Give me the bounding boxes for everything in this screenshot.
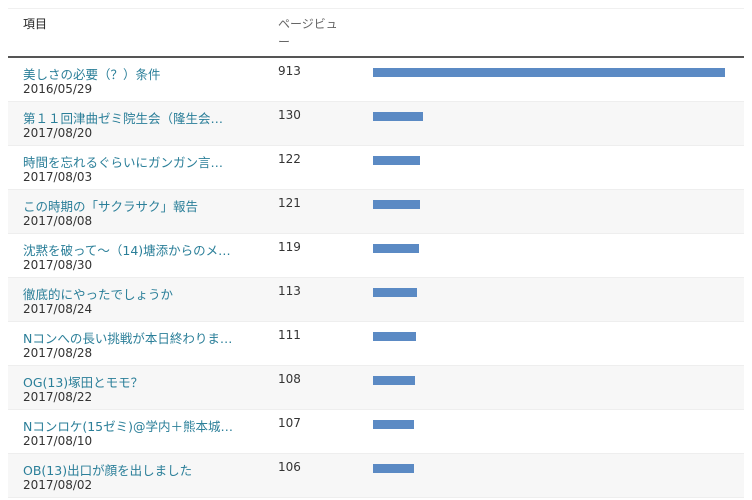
post-title-link[interactable]: OB(13)出口が顔を出しました xyxy=(23,460,248,479)
table-row: 美しさの必要（？）条件 2016/05/29 913 xyxy=(8,58,744,102)
pageview-bar xyxy=(373,156,420,165)
post-date: 2017/08/28 xyxy=(23,346,93,360)
table-row: 沈黙を破って～（14)塘添からのメ… 2017/08/30 119 xyxy=(8,234,744,278)
column-header-item[interactable]: 項目 xyxy=(23,15,47,32)
pageview-bar xyxy=(373,112,423,121)
post-date: 2017/08/10 xyxy=(23,434,93,448)
table-body: 美しさの必要（？）条件 2016/05/29 913 第１１回津曲ゼミ院生会（隆生会…… xyxy=(8,58,744,498)
pageview-count: 913 xyxy=(278,64,301,78)
pageview-count: 107 xyxy=(278,416,301,430)
post-title-link[interactable]: 時間を忘れるぐらいにガンガン言… xyxy=(23,152,248,171)
pageview-count: 122 xyxy=(278,152,301,166)
pageview-bar xyxy=(373,68,725,77)
table-header: 項目 ページビュー xyxy=(8,9,744,58)
post-date: 2017/08/22 xyxy=(23,390,93,404)
table-row: OB(13)出口が顔を出しました 2017/08/02 106 xyxy=(8,454,744,498)
pageview-bar xyxy=(373,376,415,385)
pageview-count: 119 xyxy=(278,240,301,254)
table-row: 時間を忘れるぐらいにガンガン言… 2017/08/03 122 xyxy=(8,146,744,190)
pageview-count: 121 xyxy=(278,196,301,210)
pageview-bar xyxy=(373,288,417,297)
post-date: 2017/08/20 xyxy=(23,126,93,140)
table-row: この時期の「サクラサク」報告 2017/08/08 121 xyxy=(8,190,744,234)
post-title-link[interactable]: 美しさの必要（？）条件 xyxy=(23,64,248,83)
table-row: 徹底的にやったでしょうか 2017/08/24 113 xyxy=(8,278,744,322)
table-row: 第１１回津曲ゼミ院生会（隆生会… 2017/08/20 130 xyxy=(8,102,744,146)
post-title-link[interactable]: この時期の「サクラサク」報告 xyxy=(23,196,248,215)
table-row: OG(13)塚田とモモ？ 2017/08/22 108 xyxy=(8,366,744,410)
pageview-count: 111 xyxy=(278,328,301,342)
post-date: 2017/08/03 xyxy=(23,170,93,184)
post-date: 2017/08/02 xyxy=(23,478,93,492)
pageview-bar xyxy=(373,420,414,429)
pageview-bar xyxy=(373,200,420,209)
column-header-pageviews[interactable]: ページビュー xyxy=(278,15,348,51)
pageview-count: 113 xyxy=(278,284,301,298)
pageview-count: 106 xyxy=(278,460,301,474)
post-date: 2017/08/08 xyxy=(23,214,93,228)
pageview-bar xyxy=(373,464,414,473)
post-title-link[interactable]: 沈黙を破って～（14)塘添からのメ… xyxy=(23,240,248,259)
post-title-link[interactable]: 第１１回津曲ゼミ院生会（隆生会… xyxy=(23,108,248,127)
post-title-link[interactable]: Nコンへの長い挑戦が本日終わりま… xyxy=(23,328,248,347)
pageview-bar xyxy=(373,332,416,341)
post-title-link[interactable]: OG(13)塚田とモモ？ xyxy=(23,372,248,391)
pageview-count: 130 xyxy=(278,108,301,122)
pageview-bar xyxy=(373,244,419,253)
pageview-count: 108 xyxy=(278,372,301,386)
post-date: 2017/08/30 xyxy=(23,258,93,272)
post-date: 2017/08/24 xyxy=(23,302,93,316)
post-title-link[interactable]: Nコンロケ(15ゼミ)@学内＋熊本城… xyxy=(23,416,248,435)
table-row: Nコンへの長い挑戦が本日終わりま… 2017/08/28 111 xyxy=(8,322,744,366)
post-date: 2016/05/29 xyxy=(23,82,93,96)
post-title-link[interactable]: 徹底的にやったでしょうか xyxy=(23,284,248,303)
table-row: Nコンロケ(15ゼミ)@学内＋熊本城… 2017/08/10 107 xyxy=(8,410,744,454)
